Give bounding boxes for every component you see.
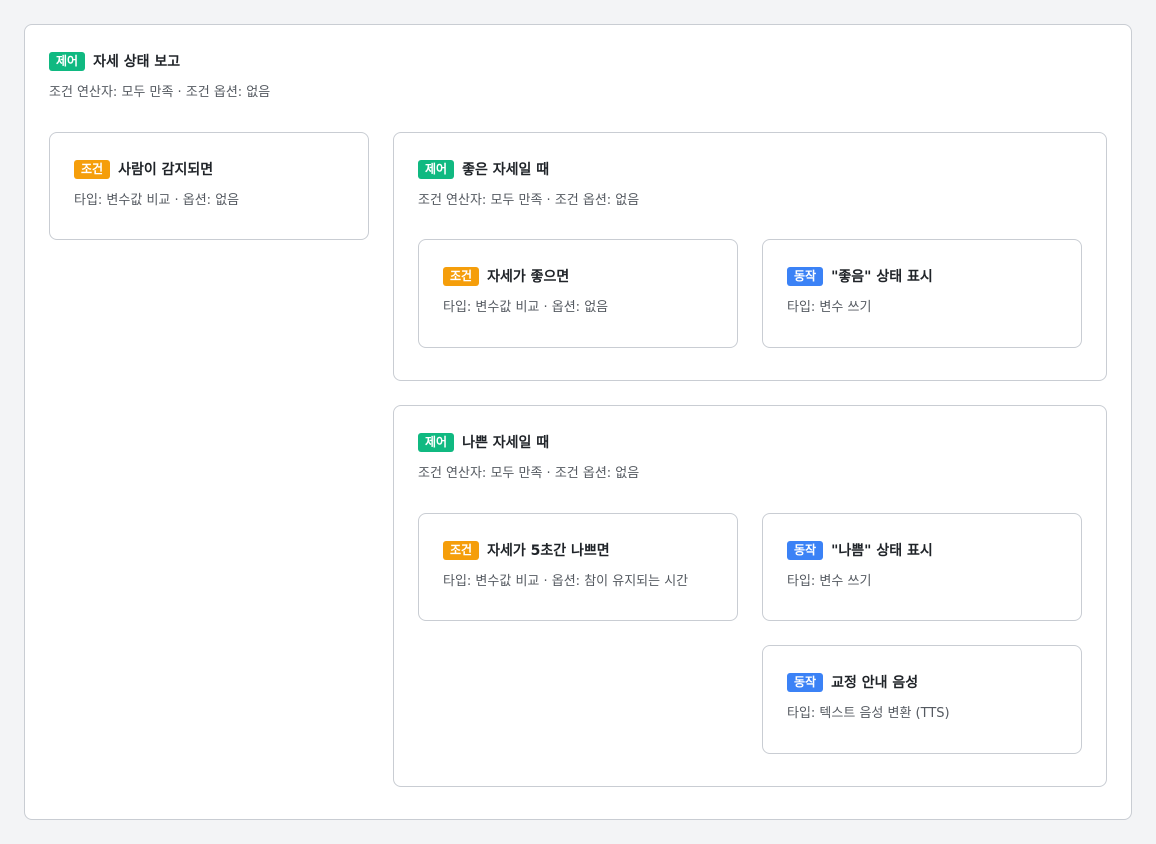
- block-subtitle: 조건 연산자: 모두 만족 · 조건 옵션: 없음: [418, 466, 640, 481]
- block-subtitle: 타입: 변수 쓰기: [787, 574, 872, 589]
- block-header: 동작 "좋음" 상태 표시: [787, 266, 933, 286]
- block-title: 좋은 자세일 때: [462, 162, 550, 178]
- action-badge: 동작: [787, 672, 824, 692]
- block-subtitle: 조건 연산자: 모두 만족 · 조건 옵션: 없음: [49, 85, 271, 100]
- block-header: 조건 자세가 좋으면: [443, 266, 569, 286]
- action-block-correction-voice[interactable]: 동작 교정 안내 음성 타입: 텍스트 음성 변환 (TTS): [762, 645, 1082, 754]
- block-subtitle: 조건 연산자: 모두 만족 · 조건 옵션: 없음: [418, 193, 640, 208]
- block-subtitle: 타입: 변수 쓰기: [787, 300, 872, 315]
- block-title: 자세가 좋으면: [487, 269, 570, 285]
- block-header: 동작 교정 안내 음성: [787, 672, 918, 692]
- condition-badge: 조건: [74, 159, 111, 179]
- block-title: 나쁜 자세일 때: [462, 435, 550, 451]
- block-title: 사람이 감지되면: [118, 162, 214, 178]
- condition-block-good-posture[interactable]: 조건 자세가 좋으면 타입: 변수값 비교 · 옵션: 없음: [418, 239, 738, 348]
- block-header: 제어 좋은 자세일 때: [418, 159, 549, 179]
- block-title: "좋음" 상태 표시: [831, 269, 933, 285]
- action-block-show-bad-status[interactable]: 동작 "나쁨" 상태 표시 타입: 변수 쓰기: [762, 513, 1082, 621]
- block-header: 동작 "나쁨" 상태 표시: [787, 540, 933, 560]
- block-title: 자세가 5초간 나쁘면: [487, 543, 610, 559]
- block-subtitle: 타입: 변수값 비교 · 옵션: 없음: [74, 193, 240, 208]
- action-badge: 동작: [787, 540, 824, 560]
- block-subtitle: 타입: 변수값 비교 · 옵션: 없음: [443, 300, 609, 315]
- control-badge: 제어: [418, 159, 455, 179]
- condition-badge: 조건: [443, 266, 480, 286]
- action-block-show-good-status[interactable]: 동작 "좋음" 상태 표시 타입: 변수 쓰기: [762, 239, 1082, 348]
- condition-badge: 조건: [443, 540, 480, 560]
- block-header: 조건 사람이 감지되면: [74, 159, 213, 179]
- block-header: 제어 자세 상태 보고: [49, 51, 180, 71]
- block-subtitle: 타입: 변수값 비교 · 옵션: 참이 유지되는 시간: [443, 574, 689, 589]
- block-title: 자세 상태 보고: [93, 54, 181, 70]
- action-badge: 동작: [787, 266, 824, 286]
- block-title: "나쁨" 상태 표시: [831, 543, 933, 559]
- condition-block-person-detected[interactable]: 조건 사람이 감지되면 타입: 변수값 비교 · 옵션: 없음: [49, 132, 369, 240]
- block-header: 조건 자세가 5초간 나쁘면: [443, 540, 610, 560]
- block-header: 제어 나쁜 자세일 때: [418, 432, 549, 452]
- control-badge: 제어: [418, 432, 455, 452]
- block-title: 교정 안내 음성: [831, 675, 919, 691]
- control-badge: 제어: [49, 51, 86, 71]
- block-subtitle: 타입: 텍스트 음성 변환 (TTS): [787, 706, 950, 721]
- condition-block-bad-posture-5s[interactable]: 조건 자세가 5초간 나쁘면 타입: 변수값 비교 · 옵션: 참이 유지되는 …: [418, 513, 738, 621]
